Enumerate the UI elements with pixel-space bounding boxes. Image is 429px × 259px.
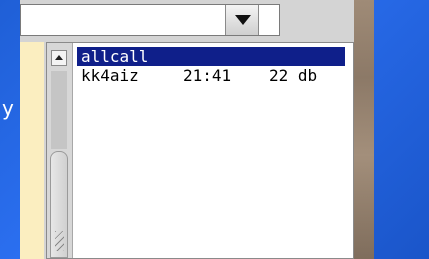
combo-input[interactable] (21, 5, 225, 35)
list-body: allcall kk4aiz 21:41 22 db (77, 47, 345, 85)
station-combobox[interactable] (20, 4, 280, 36)
desktop-text-fragment: y (2, 96, 14, 120)
background-photo (352, 0, 374, 259)
vertical-scrollbar[interactable] (47, 43, 73, 258)
scroll-thumb[interactable] (50, 151, 68, 258)
scroll-up-button[interactable] (51, 50, 67, 66)
row-callsign: allcall (81, 47, 149, 66)
row-time: 21:41 (183, 66, 232, 85)
combo-dropdown-button[interactable] (225, 5, 259, 35)
scroll-track[interactable] (51, 71, 67, 149)
station-list[interactable]: allcall kk4aiz 21:41 22 db (46, 42, 354, 259)
app-window: allcall kk4aiz 21:41 22 db (20, 0, 354, 259)
list-item-kk4aiz[interactable]: kk4aiz 21:41 22 db (77, 66, 345, 85)
chevron-down-icon (235, 15, 251, 25)
list-item-allcall[interactable]: allcall (77, 47, 345, 66)
row-snr: 22 db (269, 66, 318, 85)
row-callsign: kk4aiz (81, 66, 139, 85)
arrow-up-icon (55, 55, 63, 60)
left-panel (20, 42, 44, 259)
grip-icon (55, 231, 64, 251)
